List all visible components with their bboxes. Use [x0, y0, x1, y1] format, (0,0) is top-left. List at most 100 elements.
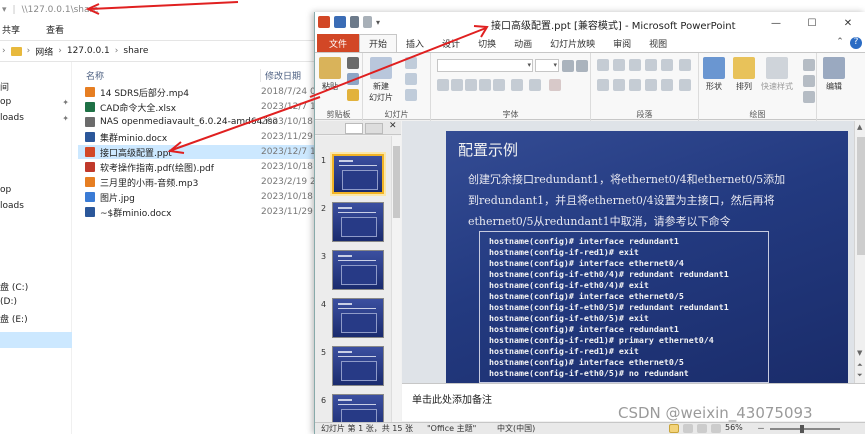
smartart-icon[interactable] — [679, 79, 691, 91]
nav-item[interactable]: op ✦ — [0, 94, 72, 110]
shape-fill-icon[interactable] — [803, 59, 815, 71]
slide-title[interactable]: 配置示例 — [458, 139, 518, 160]
columns-icon[interactable] — [661, 79, 673, 91]
copy-icon[interactable] — [347, 73, 359, 85]
align-center-icon[interactable] — [613, 79, 625, 91]
text-direction-icon[interactable] — [679, 59, 691, 71]
close-icon[interactable]: ✕ — [830, 12, 865, 34]
address-bar[interactable]: › › 网络 › 127.0.0.1 › share — [0, 40, 320, 62]
tab-transitions[interactable]: 切换 — [469, 34, 505, 52]
save-icon[interactable] — [334, 16, 346, 28]
tab-outline-view[interactable] — [365, 123, 383, 134]
tab-file[interactable]: 文件 — [317, 34, 360, 52]
zoom-level[interactable]: 56% — [725, 423, 743, 432]
underline-icon[interactable] — [465, 79, 477, 91]
prev-slide-icon[interactable]: ⏶ — [857, 361, 863, 370]
help-icon[interactable]: ? — [850, 37, 862, 49]
shape-effects-icon[interactable] — [803, 91, 815, 103]
tab-animations[interactable]: 动画 — [505, 34, 541, 52]
slide-thumbnail[interactable] — [332, 346, 384, 386]
change-case-icon[interactable] — [529, 79, 541, 91]
close-pane-icon[interactable]: ✕ — [389, 121, 397, 131]
slide-thumbnail[interactable] — [330, 152, 386, 196]
edit-button[interactable]: 编辑 — [823, 57, 845, 92]
bullets-icon[interactable] — [597, 59, 609, 71]
nav-item-drive-d[interactable]: (D:) — [0, 294, 72, 310]
tab-view[interactable]: 视图 — [640, 34, 676, 52]
menu-share[interactable]: 共享 — [2, 23, 20, 36]
file-row[interactable]: 14 SDRS后部分.mp4 2018/7/24 0: — [78, 85, 320, 99]
tab-review[interactable]: 审阅 — [604, 34, 640, 52]
paste-button[interactable]: 粘贴 — [319, 57, 341, 92]
zoom-slider-handle[interactable] — [800, 425, 804, 433]
collapse-ribbon-icon[interactable]: ⌃ — [834, 37, 846, 49]
next-slide-icon[interactable]: ⏷ — [857, 371, 863, 380]
breadcrumb-host[interactable]: 127.0.0.1 — [67, 46, 110, 56]
decrease-indent-icon[interactable] — [629, 59, 641, 71]
slide-thumbnail[interactable] — [332, 298, 384, 338]
column-date[interactable]: 修改日期 — [260, 68, 301, 82]
italic-icon[interactable] — [451, 79, 463, 91]
file-row[interactable]: CAD命令大全.xlsx 2023/12/7 16: — [78, 100, 325, 114]
shapes-button[interactable]: 形状 — [703, 57, 725, 92]
current-slide[interactable]: 配置示例 创建冗余接口redundant1，将ethernet0/4和ether… — [446, 131, 848, 383]
menu-view[interactable]: 查看 — [46, 23, 64, 36]
powerpoint-app-icon[interactable] — [318, 16, 330, 28]
file-row[interactable]: 三月里的小雨-音频.mp3 2023/2/19 21: — [78, 175, 325, 189]
scroll-down-icon[interactable]: ▼ — [857, 349, 862, 357]
strikethrough-icon[interactable] — [493, 79, 505, 91]
slide-thumbnail[interactable] — [332, 250, 384, 290]
nav-item-drive-c[interactable]: 盘 (C:) — [0, 278, 72, 294]
spacing-icon[interactable] — [511, 79, 523, 91]
align-left-icon[interactable] — [597, 79, 609, 91]
slide-thumbnail[interactable] — [332, 202, 384, 242]
nav-item[interactable]: 间 — [0, 78, 72, 94]
increase-indent-icon[interactable] — [645, 59, 657, 71]
slide-scrollbar[interactable]: ▲ ▼ ⏶ ⏷ — [854, 121, 865, 383]
font-size-combo[interactable]: ▾ — [535, 59, 559, 72]
tab-design[interactable]: 设计 — [433, 34, 469, 52]
bold-icon[interactable] — [437, 79, 449, 91]
file-row[interactable]: 接口高级配置.ppt 2023/12/7 16: — [78, 145, 325, 159]
file-row[interactable]: 软考操作指南.pdf(绘图).pdf 2023/10/18 1 — [78, 160, 321, 174]
breadcrumb-network[interactable]: 网络 — [35, 45, 53, 58]
justify-icon[interactable] — [645, 79, 657, 91]
zoom-slider[interactable] — [770, 425, 840, 433]
numbering-icon[interactable] — [613, 59, 625, 71]
shadow-icon[interactable] — [479, 79, 491, 91]
nav-item[interactable]: loads — [0, 198, 72, 214]
nav-item[interactable]: op — [0, 182, 72, 198]
new-slide-button[interactable]: 新建 幻灯片 — [369, 57, 393, 103]
grow-font-icon[interactable] — [562, 60, 574, 72]
font-color-icon[interactable] — [549, 79, 561, 91]
shape-outline-icon[interactable] — [803, 75, 815, 87]
slide-sorter-icon[interactable] — [683, 424, 693, 433]
nav-item-drive-e[interactable]: 盘 (E:) — [0, 310, 72, 326]
normal-view-icon[interactable] — [669, 424, 679, 433]
file-row[interactable]: 图片.jpg 2023/10/18 1 — [78, 190, 321, 204]
quick-styles-button[interactable]: 快速样式 — [761, 57, 793, 92]
slideshow-icon[interactable] — [711, 424, 721, 433]
redo-icon[interactable] — [363, 16, 372, 28]
cut-icon[interactable] — [347, 57, 359, 69]
tab-slides-view[interactable] — [345, 123, 363, 134]
reading-view-icon[interactable] — [697, 424, 707, 433]
reset-icon[interactable] — [405, 73, 417, 85]
file-row[interactable]: NAS openmediavault_6.0.24-amd64.iso 2023/… — [78, 115, 321, 129]
slide-body[interactable]: 创建冗余接口redundant1，将ethernet0/4和ethernet0/… — [468, 169, 838, 232]
zoom-out-icon[interactable]: － — [757, 423, 765, 434]
thumbnail-scrollbar[interactable] — [391, 136, 401, 422]
line-spacing-icon[interactable] — [661, 59, 673, 71]
scroll-up-icon[interactable]: ▲ — [857, 123, 862, 131]
qat-customize-icon[interactable]: ▾ — [376, 18, 380, 27]
format-painter-icon[interactable] — [347, 89, 359, 101]
layout-icon[interactable] — [405, 57, 417, 69]
font-name-combo[interactable]: ▾ — [437, 59, 533, 72]
dropdown-arrow-icon[interactable]: ▾ — [2, 5, 7, 15]
minimize-icon[interactable]: — — [758, 12, 794, 34]
nav-item-network[interactable] — [0, 332, 72, 348]
tab-home[interactable]: 开始 — [359, 34, 398, 52]
tab-insert[interactable]: 插入 — [397, 34, 433, 52]
arrange-button[interactable]: 排列 — [733, 57, 755, 92]
nav-item[interactable]: loads ✦ — [0, 110, 72, 126]
